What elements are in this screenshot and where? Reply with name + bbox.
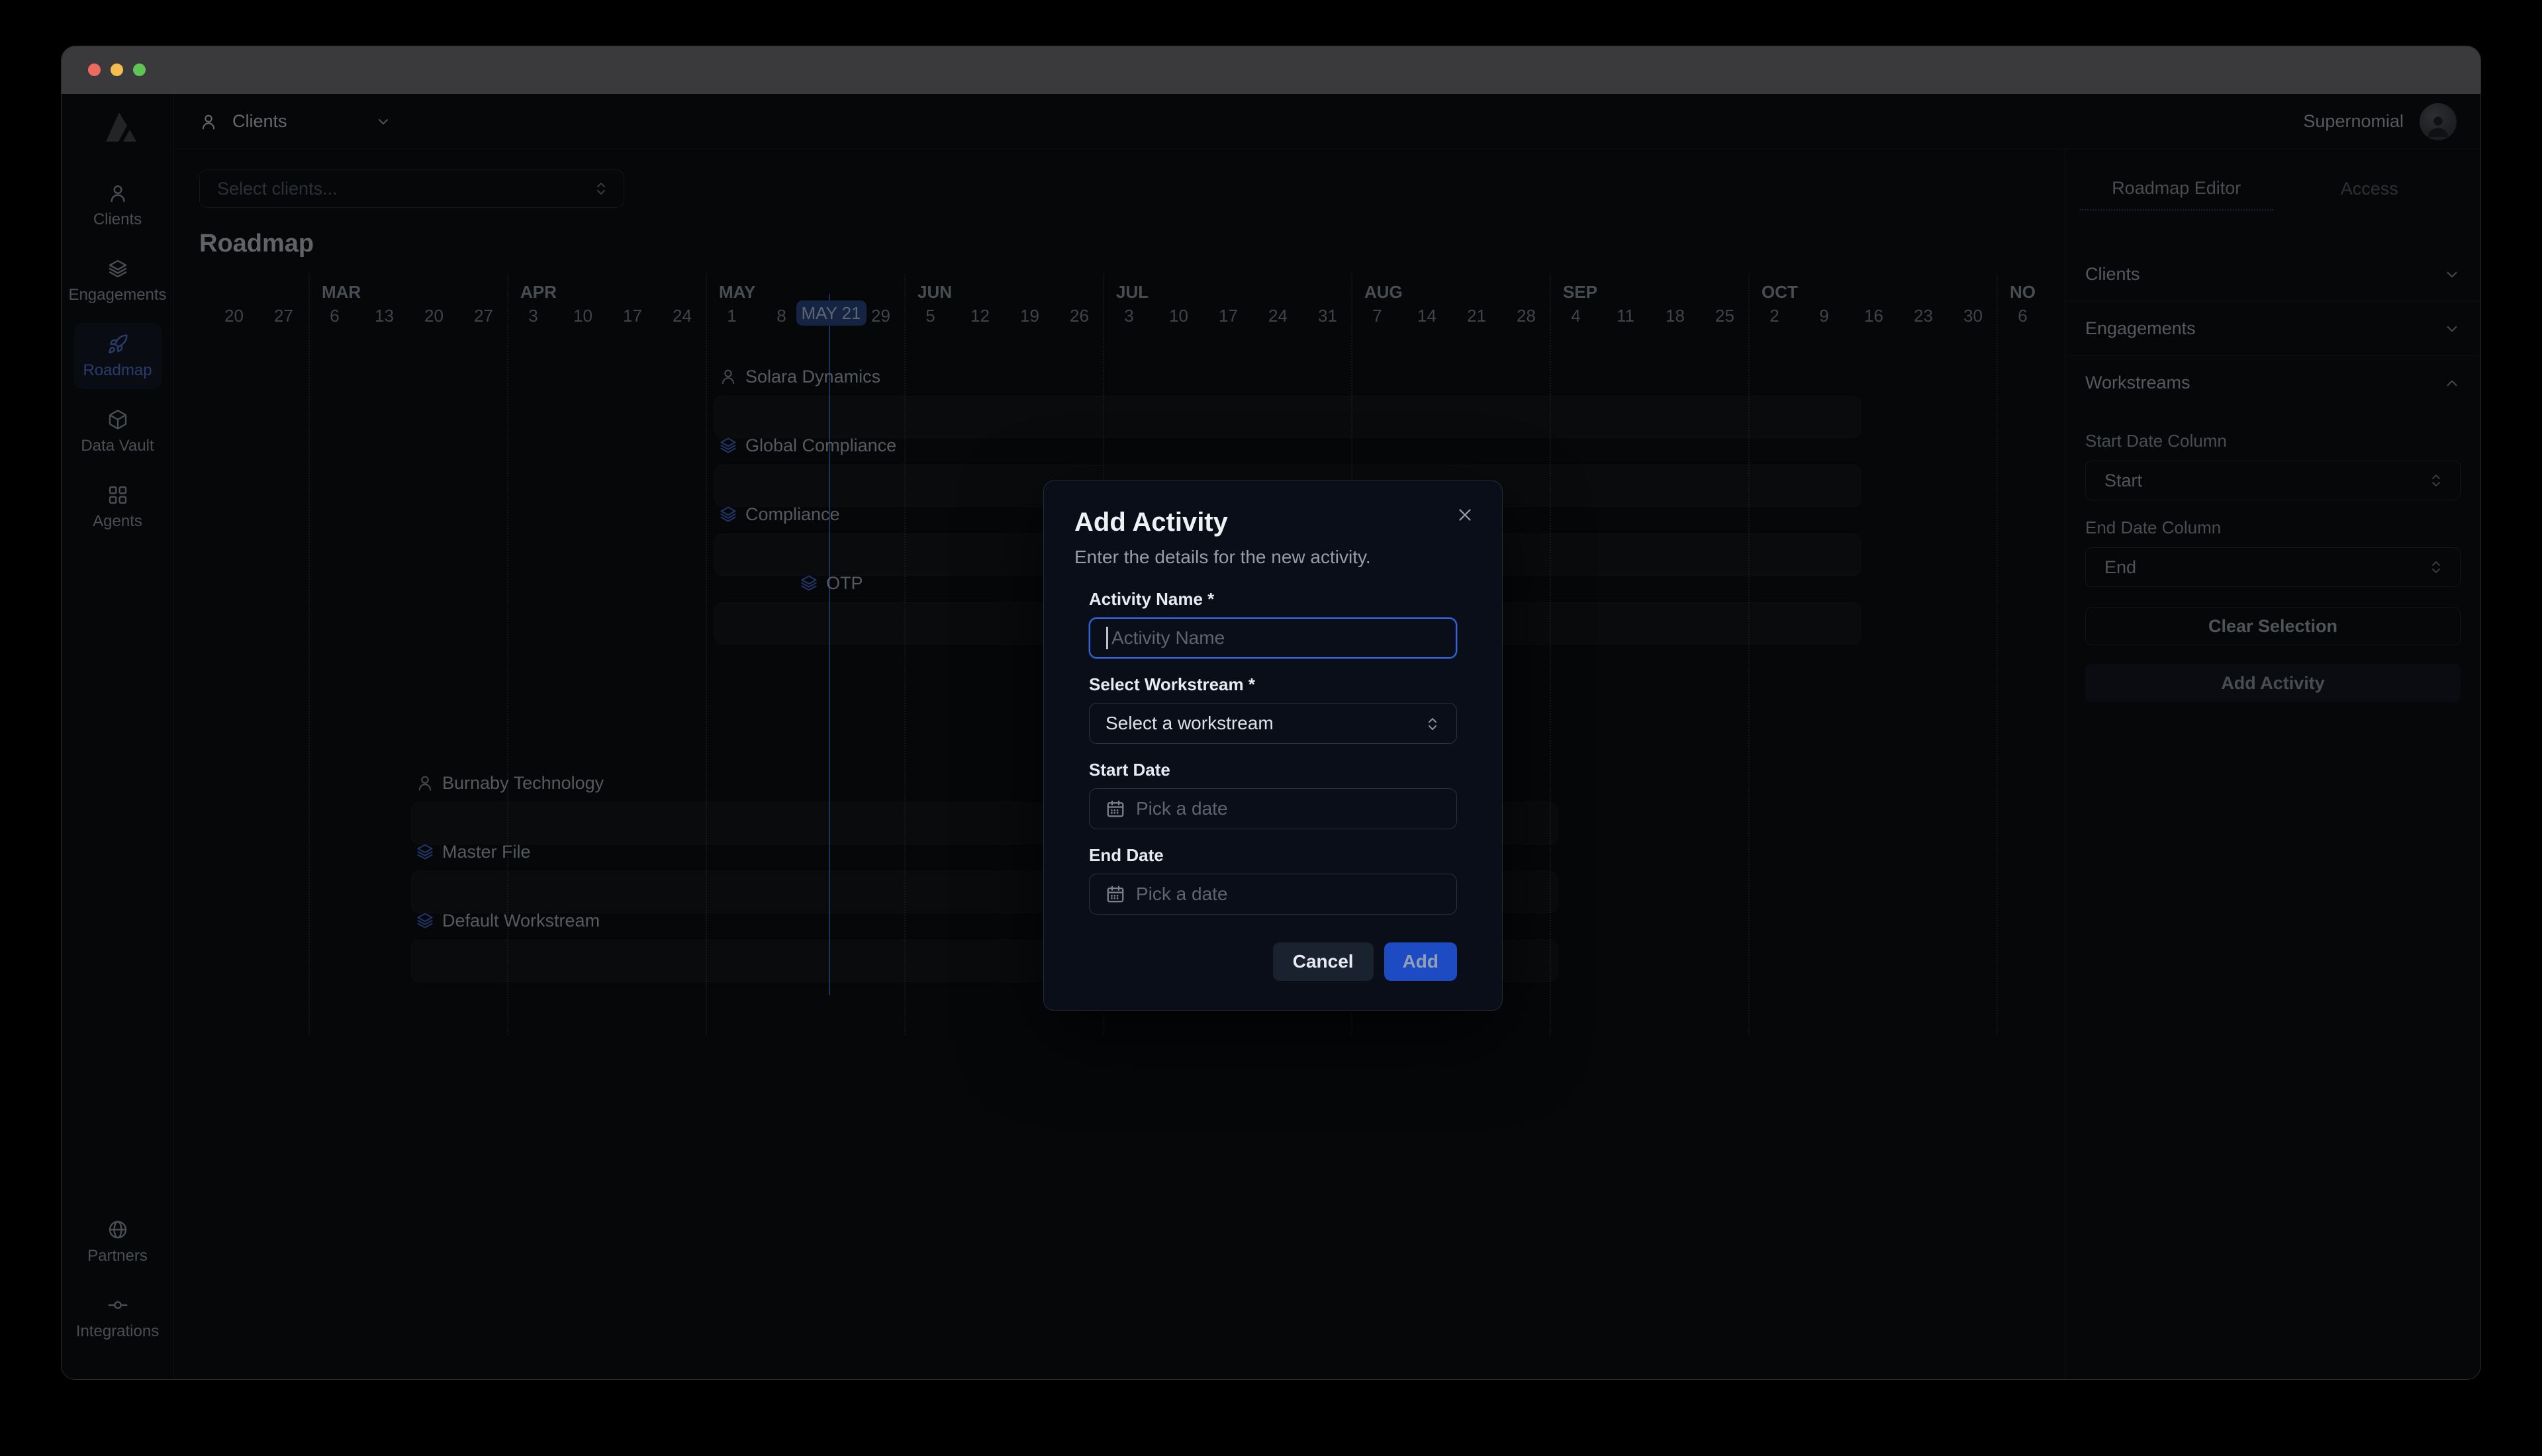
dialog-form: Activity Name * Activity Name Select Wor… (1074, 589, 1472, 915)
cancel-button[interactable]: Cancel (1273, 942, 1374, 981)
window-zoom-button[interactable] (133, 64, 146, 76)
select-workstream-label: Select Workstream * (1089, 674, 1457, 695)
calendar-icon (1106, 799, 1125, 819)
window-minimize-button[interactable] (111, 64, 123, 76)
add-activity-dialog: Add Activity Enter the details for the n… (1043, 480, 1503, 1011)
window-titlebar (62, 46, 2480, 94)
start-date-label: Start Date (1089, 760, 1457, 780)
end-date-placeholder: Pick a date (1136, 884, 1228, 905)
activity-name-label: Activity Name * (1089, 589, 1457, 610)
dialog-title: Add Activity (1074, 508, 1472, 537)
close-icon[interactable] (1453, 504, 1477, 527)
activity-name-input[interactable]: Activity Name (1089, 617, 1457, 659)
activity-name-placeholder: Activity Name (1111, 627, 1225, 649)
text-caret (1106, 627, 1108, 649)
window-close-button[interactable] (88, 64, 101, 76)
start-date-input[interactable]: Pick a date (1089, 788, 1457, 829)
dialog-footer: Cancel Add (1074, 942, 1472, 981)
unfold-icon (1425, 715, 1440, 731)
end-date-input[interactable]: Pick a date (1089, 874, 1457, 915)
add-button[interactable]: Add (1384, 942, 1457, 981)
workstream-select[interactable]: Select a workstream (1089, 703, 1457, 744)
calendar-icon (1106, 884, 1125, 904)
screen: ClientsEngagementsRoadmapData VaultAgent… (0, 0, 2542, 1456)
end-date-label: End Date (1089, 845, 1457, 866)
app-window: ClientsEngagementsRoadmapData VaultAgent… (61, 46, 2481, 1380)
dialog-description: Enter the details for the new activity. (1074, 547, 1472, 568)
workstream-select-value: Select a workstream (1106, 713, 1274, 734)
start-date-placeholder: Pick a date (1136, 798, 1228, 819)
